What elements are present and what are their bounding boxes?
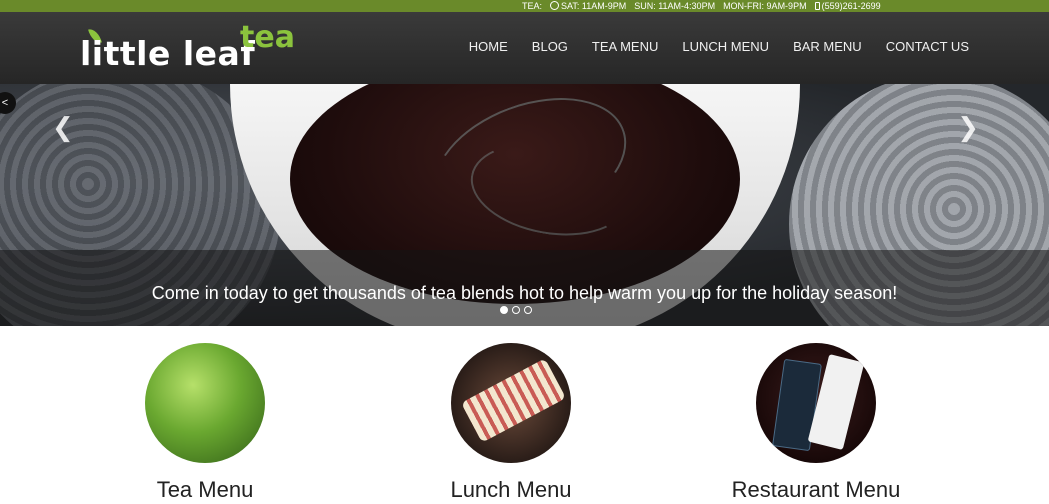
carousel-dot-1[interactable]	[500, 306, 508, 314]
site-logo[interactable]: little leaf tea	[80, 20, 300, 73]
sandwich-image[interactable]	[451, 343, 571, 463]
feature-restaurant-menu[interactable]: Restaurant Menu	[686, 343, 946, 503]
site-header: little leaf tea HOME BLOG TEA MENU LUNCH…	[0, 12, 1049, 84]
main-nav: HOME BLOG TEA MENU LUNCH MENU BAR MENU C…	[445, 39, 969, 54]
top-info-bar: TEA: SAT: 11AM-9PM SUN: 11AM-4:30PM MON-…	[0, 0, 1049, 12]
phone-icon	[814, 2, 820, 10]
hero-caption: Come in today to get thousands of tea bl…	[151, 283, 898, 303]
carousel-next-arrow-icon[interactable]: ❯	[957, 112, 979, 143]
nav-tea-menu[interactable]: TEA MENU	[592, 39, 658, 54]
hours-label: TEA:	[522, 1, 543, 11]
carousel-prev-arrow-icon[interactable]: ❮	[52, 112, 74, 143]
feature-lunch-menu[interactable]: Lunch Menu	[381, 343, 641, 503]
feature-title[interactable]: Tea Menu	[75, 477, 335, 503]
nav-lunch-menu[interactable]: LUNCH MENU	[682, 39, 769, 54]
feature-title[interactable]: Restaurant Menu	[686, 477, 946, 503]
tea-leaves-image[interactable]	[145, 343, 265, 463]
clock-icon	[550, 1, 560, 10]
carousel-dot-3[interactable]	[524, 306, 532, 314]
feature-tea-menu[interactable]: Tea Menu	[75, 343, 335, 503]
nav-bar-menu[interactable]: BAR MENU	[793, 39, 862, 54]
nav-blog[interactable]: BLOG	[532, 39, 568, 54]
sandwich	[460, 358, 567, 443]
nav-contact-us[interactable]: CONTACT US	[886, 39, 969, 54]
hours-sat: SAT: 11AM-9PM	[550, 0, 626, 12]
carousel-indicators	[500, 306, 532, 314]
logo-text: little leaf	[80, 34, 256, 73]
feature-title[interactable]: Lunch Menu	[381, 477, 641, 503]
phone-number[interactable]: (559)261-2699	[814, 0, 881, 12]
hours-monfri: MON-FRI: 9AM-9PM	[723, 1, 807, 11]
carousel-dot-2[interactable]	[512, 306, 520, 314]
hero-carousel: < ❮ ❯ Come in today to get thousands of …	[0, 84, 1049, 326]
menu-cards-image[interactable]	[756, 343, 876, 463]
hours-sun: SUN: 11AM-4:30PM	[634, 1, 716, 11]
nav-home[interactable]: HOME	[469, 39, 508, 54]
logo-accent-text: tea	[240, 20, 295, 55]
